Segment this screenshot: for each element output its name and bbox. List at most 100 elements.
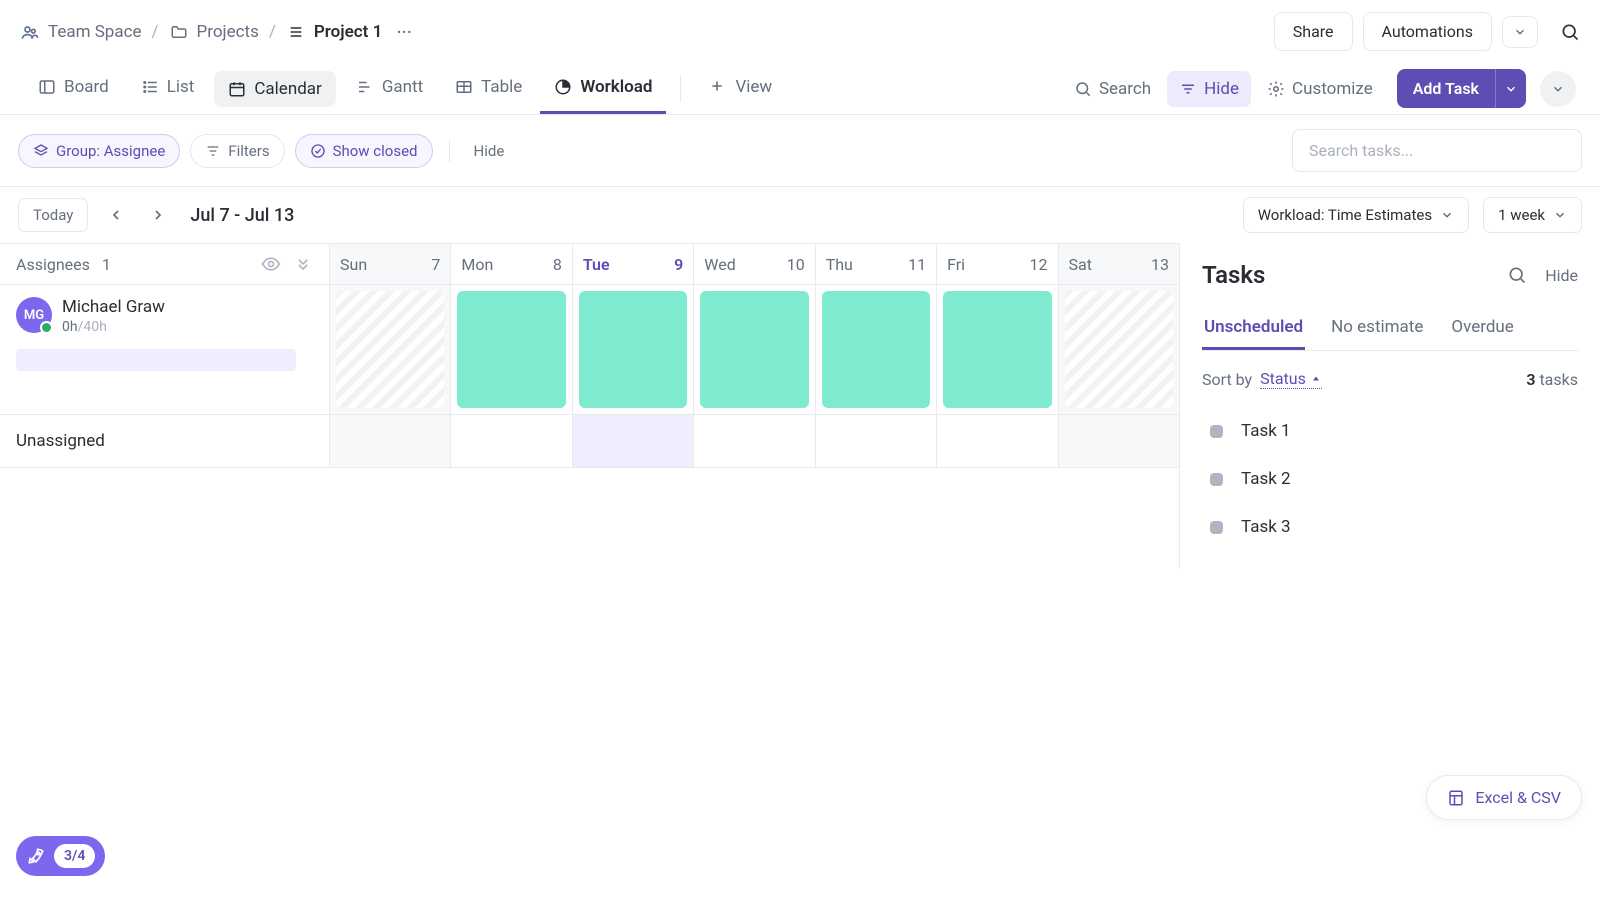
hide-link[interactable]: Hide (1167, 71, 1251, 107)
task-item[interactable]: Task 1 (1202, 407, 1578, 455)
bullet-list-icon (141, 78, 159, 96)
assignees-header: Assignees 1 (0, 244, 330, 284)
search-link[interactable]: Search (1062, 69, 1163, 109)
task-title: Task 2 (1241, 469, 1291, 489)
folder-icon (169, 22, 189, 42)
table-icon (455, 78, 473, 96)
overflow-button[interactable] (1540, 71, 1576, 107)
breadcrumb-current[interactable]: Project 1 (286, 22, 382, 42)
tab-workload[interactable]: Workload (540, 63, 666, 114)
tab-table[interactable]: Table (441, 63, 536, 114)
breadcrumb-projects[interactable]: Projects (169, 22, 259, 42)
add-view-button[interactable]: View (695, 63, 786, 114)
tab-calendar[interactable]: Calendar (214, 71, 335, 107)
avatar: MG (16, 297, 52, 333)
automations-chevron[interactable] (1502, 16, 1538, 48)
onboarding-pill[interactable]: 3/4 (16, 836, 105, 876)
workload-cell[interactable] (937, 285, 1058, 414)
workload-icon (554, 78, 572, 96)
workload-cell[interactable] (451, 285, 572, 414)
add-task-chevron[interactable] (1495, 69, 1526, 108)
capacity-block (700, 291, 808, 408)
workload-cell[interactable] (816, 415, 937, 467)
tab-gantt[interactable]: Gantt (342, 63, 437, 114)
date-nav: Today Jul 7 - Jul 13 Workload: Time Esti… (0, 187, 1600, 243)
export-button[interactable]: Excel & CSV (1426, 775, 1582, 820)
tasks-panel: Tasks Hide Unscheduled No estimate Overd… (1180, 243, 1600, 569)
day-header: Fri12 (937, 244, 1058, 284)
eye-icon[interactable] (261, 254, 281, 274)
sort-label: Sort by (1202, 370, 1252, 389)
hide-filter-link[interactable]: Hide (466, 136, 513, 166)
rocket-icon (26, 846, 46, 866)
tab-list[interactable]: List (127, 63, 209, 114)
tab-unscheduled[interactable]: Unscheduled (1202, 307, 1305, 350)
day-header: Tue9 (573, 244, 694, 284)
group-chip[interactable]: Group: Assignee (18, 134, 180, 168)
unassigned-row[interactable]: Unassigned (0, 415, 330, 467)
workload-cell[interactable] (694, 415, 815, 467)
workload-cell[interactable] (694, 285, 815, 414)
date-range: Jul 7 - Jul 13 (190, 205, 294, 226)
workload-cell[interactable] (1059, 285, 1179, 414)
workload-cell[interactable] (573, 415, 694, 467)
add-task-button[interactable]: Add Task (1397, 69, 1495, 108)
workload-cell[interactable] (937, 415, 1058, 467)
status-dot (1210, 473, 1223, 486)
capacity-block (579, 291, 687, 408)
spreadsheet-icon (1447, 789, 1465, 807)
breadcrumb-more[interactable]: ··· (392, 20, 416, 44)
filters-chip[interactable]: Filters (190, 134, 284, 168)
task-title: Task 3 (1241, 517, 1291, 537)
list-icon (286, 22, 306, 42)
prev-week-button[interactable] (102, 201, 130, 229)
workload-cell[interactable] (330, 415, 451, 467)
assignee-hours: 0h/40h (62, 319, 165, 335)
status-dot (1210, 425, 1223, 438)
workload-grid: Assignees 1 Sun7Mon8Tue9Wed10Thu11Fri12S… (0, 243, 1180, 569)
share-button[interactable]: Share (1274, 12, 1353, 51)
sort-field[interactable]: Status (1260, 369, 1322, 389)
task-title: Task 1 (1241, 421, 1291, 441)
next-week-button[interactable] (144, 201, 172, 229)
search-input[interactable] (1292, 129, 1582, 172)
assignee-row[interactable]: MG Michael Graw 0h/40h (16, 297, 313, 335)
day-header: Sat13 (1059, 244, 1179, 284)
span-select[interactable]: 1 week (1483, 197, 1582, 233)
day-header: Wed10 (694, 244, 815, 284)
today-button[interactable]: Today (18, 198, 88, 232)
workload-cell[interactable] (573, 285, 694, 414)
capacity-bar (16, 349, 296, 371)
show-closed-chip[interactable]: Show closed (295, 134, 433, 168)
breadcrumb-space[interactable]: Team Space (20, 22, 142, 42)
workload-cell[interactable] (1059, 415, 1179, 467)
tab-no-estimate[interactable]: No estimate (1329, 307, 1425, 350)
capacity-block (822, 291, 930, 408)
panel-search-icon[interactable] (1507, 265, 1527, 285)
workload-cell[interactable] (451, 415, 572, 467)
day-header: Sun7 (330, 244, 451, 284)
breadcrumb-space-label: Team Space (48, 22, 142, 42)
presence-dot (40, 321, 53, 334)
tab-board[interactable]: Board (24, 63, 123, 114)
panel-hide-link[interactable]: Hide (1545, 266, 1578, 285)
breadcrumb-current-label: Project 1 (314, 22, 382, 42)
weekend-block (1065, 291, 1173, 408)
tab-overdue[interactable]: Overdue (1449, 307, 1515, 350)
capacity-block (943, 291, 1051, 408)
status-dot (1210, 521, 1223, 534)
workload-cell[interactable] (816, 285, 937, 414)
team-icon (20, 22, 40, 42)
workload-mode-select[interactable]: Workload: Time Estimates (1243, 197, 1469, 233)
task-item[interactable]: Task 2 (1202, 455, 1578, 503)
board-icon (38, 78, 56, 96)
customize-link[interactable]: Customize (1255, 69, 1385, 109)
breadcrumb-sep: / (269, 22, 276, 42)
calendar-icon (228, 80, 246, 98)
global-search-icon[interactable] (1560, 22, 1580, 42)
collapse-icon[interactable] (293, 254, 313, 274)
automations-button[interactable]: Automations (1363, 12, 1492, 51)
panel-title: Tasks (1202, 261, 1265, 289)
workload-cell[interactable] (330, 285, 451, 414)
task-item[interactable]: Task 3 (1202, 503, 1578, 551)
